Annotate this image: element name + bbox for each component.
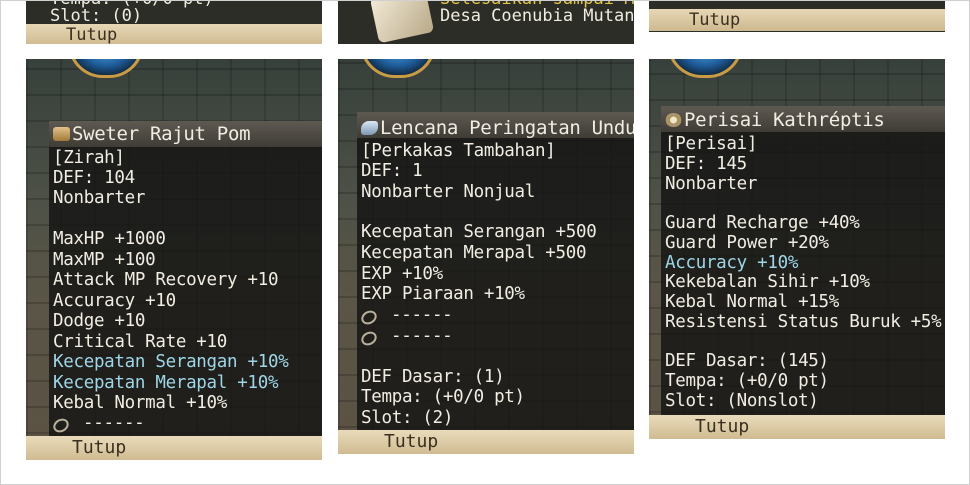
stat-line: Kecepatan Serangan +500 bbox=[361, 222, 597, 242]
item-type: [Perkakas Tambahan] bbox=[361, 141, 556, 161]
close-button[interactable]: Tutup bbox=[26, 24, 322, 44]
item-tooltip-window-1: Sweter Rajut Pom [Zirah] DEF: 104 Nonbar… bbox=[26, 59, 322, 460]
stat-line: Guard Recharge +40% bbox=[665, 213, 860, 233]
stat-line: Kekebalan Sihir +10% bbox=[665, 272, 870, 292]
item-info-panel: Lencana Peringatan Unduh [Perkakas Tamba… bbox=[357, 112, 634, 430]
item-trade: Nonbarter Nonjual bbox=[361, 182, 536, 202]
top-window-2: Selesaikan sampai Misi Desa Coenubia Mut… bbox=[338, 0, 634, 44]
stat-line: Kebal Normal +10% bbox=[53, 393, 228, 413]
stat-line: EXP +10% bbox=[361, 264, 443, 284]
stat-line: Dodge +10 bbox=[53, 311, 146, 331]
close-button[interactable]: Tutup bbox=[649, 9, 945, 31]
stat-line: MaxHP +1000 bbox=[53, 229, 166, 249]
stat-line: Attack MP Recovery +10 bbox=[53, 270, 279, 290]
close-button[interactable]: Tutup bbox=[649, 415, 945, 439]
stat-line: Accuracy +10 bbox=[53, 291, 176, 311]
footer-line: Slot: (Nonslot) bbox=[665, 391, 819, 411]
item-def: DEF: 145 bbox=[665, 154, 747, 174]
item-title: Sweter Rajut Pom bbox=[53, 123, 251, 145]
footer-line: Tempa: (+0/0 pt) bbox=[361, 387, 525, 407]
item-name: Lencana Peringatan Unduh bbox=[380, 117, 634, 139]
sweater-icon bbox=[53, 127, 70, 141]
shield-icon bbox=[665, 113, 682, 127]
stat-line: Kecepatan Merapal +500 bbox=[361, 243, 587, 263]
top-window-3: Tutup bbox=[649, 0, 945, 32]
stat-line: Kecepatan Merapal +10% bbox=[53, 373, 279, 393]
item-def: DEF: 104 bbox=[53, 168, 135, 188]
close-button[interactable]: Tutup bbox=[338, 430, 634, 454]
item-trade: Nonbarter bbox=[665, 174, 758, 194]
footer-line: DEF Dasar: (145) bbox=[665, 351, 829, 371]
stat-line: Kecepatan Serangan +10% bbox=[53, 352, 289, 372]
footer-line: DEF Dasar: (1) bbox=[361, 367, 505, 387]
item-tooltip-window-3: Perisai Kathréptis [Perisai] DEF: 145 No… bbox=[649, 59, 945, 439]
stat-line: Resistensi Status Buruk +5% bbox=[665, 312, 942, 332]
slot-line: ------ bbox=[391, 326, 453, 346]
slot-gem-icon bbox=[50, 415, 72, 436]
mission-line: Desa Coenubia Mutan bbox=[440, 6, 634, 26]
stat-line: Critical Rate +10 bbox=[53, 332, 228, 352]
top-window-1: Tempa: (+0/0 pt) Slot: (0) Tutup bbox=[26, 0, 322, 44]
stat-line: Guard Power +20% bbox=[665, 233, 829, 253]
item-type: [Perisai] bbox=[665, 134, 758, 154]
item-trade: Nonbarter bbox=[53, 188, 146, 208]
badge-icon bbox=[361, 121, 378, 135]
stat-line: Accuracy +10% bbox=[665, 253, 799, 273]
stat-line: MaxMP +100 bbox=[53, 250, 156, 270]
item-name: Perisai Kathréptis bbox=[684, 109, 885, 131]
slot-gem-icon bbox=[358, 307, 380, 328]
slot-line: ------ bbox=[391, 305, 453, 325]
top-window-1-line: Slot: (0) bbox=[50, 6, 143, 26]
stat-line: EXP Piaraan +10% bbox=[361, 284, 525, 304]
item-def: DEF: 1 bbox=[361, 161, 423, 181]
slot-line: ------ bbox=[83, 413, 145, 433]
stat-line: Kebal Normal +15% bbox=[665, 292, 840, 312]
item-info-panel: Perisai Kathréptis [Perisai] DEF: 145 No… bbox=[661, 106, 945, 415]
item-title: Perisai Kathréptis bbox=[665, 110, 885, 130]
scroll-icon bbox=[369, 0, 435, 44]
close-button[interactable]: Tutup bbox=[26, 436, 322, 460]
item-info-panel: Sweter Rajut Pom [Zirah] DEF: 104 Nonbar… bbox=[49, 121, 322, 436]
item-title: Lencana Peringatan Unduh bbox=[361, 118, 634, 138]
item-type: [Zirah] bbox=[53, 148, 125, 168]
footer-line: Tempa: (+0/0 pt) bbox=[665, 371, 829, 391]
item-name: Sweter Rajut Pom bbox=[72, 123, 251, 145]
item-tooltip-window-2: Lencana Peringatan Unduh [Perkakas Tamba… bbox=[338, 59, 634, 454]
footer-line: Slot: (2) bbox=[361, 408, 454, 428]
slot-gem-icon bbox=[358, 328, 380, 349]
